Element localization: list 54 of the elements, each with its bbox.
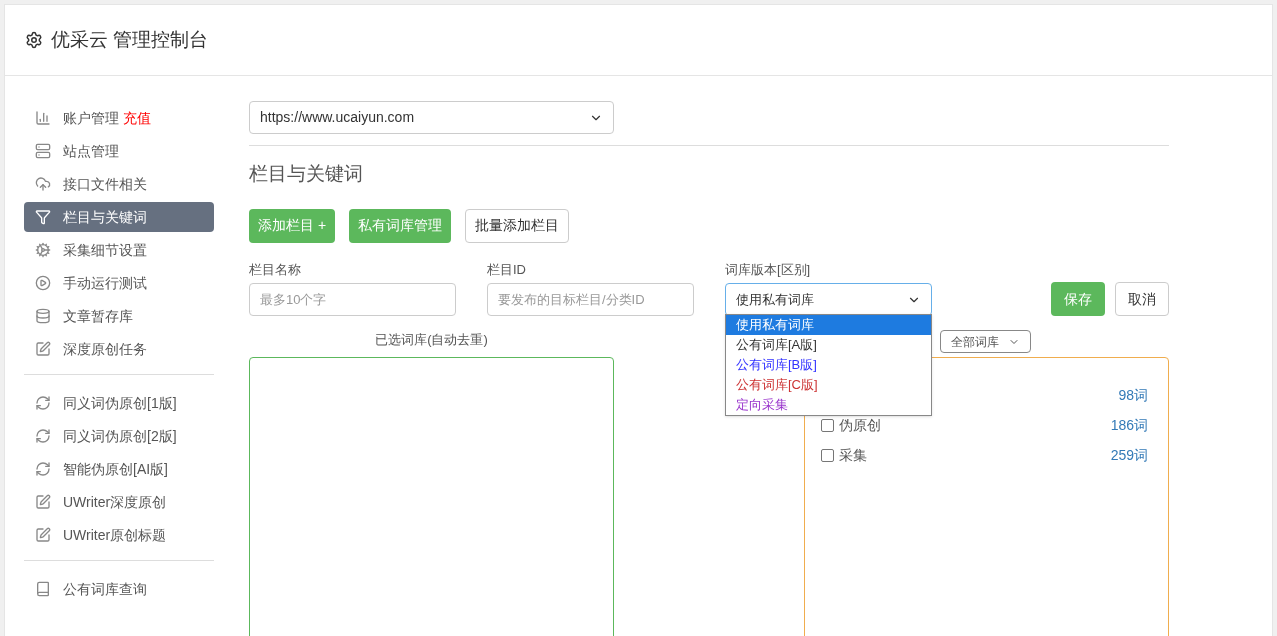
dropdown-option[interactable]: 公有词库[C版] — [726, 374, 931, 395]
play-icon — [35, 275, 51, 291]
dropdown-option[interactable]: 使用私有词库 — [726, 314, 931, 335]
site-select[interactable]: https://www.ucaiyun.com — [249, 101, 614, 134]
field-label: 栏目ID — [487, 260, 527, 279]
dropdown-option[interactable]: 公有词库[B版] — [726, 354, 931, 375]
edit-icon — [35, 494, 51, 510]
gear-icon — [35, 242, 51, 258]
edit-icon — [35, 341, 51, 357]
sidebar-item[interactable]: UWriter深度原创 — [24, 487, 214, 517]
settings-icon — [25, 31, 43, 49]
database-icon — [35, 308, 51, 324]
sidebar-item[interactable]: 栏目与关键词 — [24, 202, 214, 232]
library-filter-select[interactable]: 全部词库 — [940, 330, 1031, 353]
sidebar-item[interactable]: 智能伪原创[AI版] — [24, 454, 214, 484]
sidebar-item[interactable]: UWriter原创标题 — [24, 520, 214, 550]
refresh-icon — [35, 428, 51, 444]
dropdown-option[interactable]: 定向采集 — [726, 394, 931, 415]
sidebar-item[interactable]: 同义词伪原创[1版] — [24, 388, 214, 418]
word-count: 98词 — [1118, 385, 1149, 405]
page-title: 优采云 管理控制台 — [51, 27, 209, 52]
sidebar-item[interactable]: 公有词库查询 — [24, 574, 214, 604]
sidebar-item[interactable]: 采集细节设置 — [24, 235, 214, 265]
word-count: 186词 — [1110, 415, 1149, 435]
library-label: 伪原创 — [839, 415, 881, 435]
refresh-icon — [35, 461, 51, 477]
library-label: 采集 — [839, 445, 867, 465]
sidebar-item[interactable]: 深度原创任务 — [24, 334, 214, 364]
input-field[interactable]: 最多10个字 — [249, 283, 456, 316]
checkbox[interactable] — [821, 418, 834, 432]
field-label: 词库版本[区别] — [725, 260, 812, 279]
server-icon — [35, 143, 51, 159]
field-label: 栏目名称 — [249, 260, 302, 279]
checkbox[interactable] — [821, 448, 834, 462]
recharge-link[interactable]: 充值 — [123, 107, 151, 129]
panel-title: 已选词库(自动去重) — [375, 331, 488, 349]
refresh-icon — [35, 395, 51, 411]
filter-icon — [35, 209, 51, 225]
dropdown-option[interactable]: 公有词库[A版] — [726, 334, 931, 355]
sidebar-item[interactable]: 手动运行测试 — [24, 268, 214, 298]
sidebar-item[interactable]: 文章暂存库 — [24, 301, 214, 331]
cloud-upload-icon — [35, 176, 51, 192]
word-count: 259词 — [1110, 445, 1149, 465]
section-title: 栏目与关键词 — [249, 162, 364, 186]
sidebar-item[interactable]: 接口文件相关 — [24, 169, 214, 199]
sidebar-item[interactable]: 站点管理 — [24, 136, 214, 166]
input-field[interactable]: 要发布的目标栏目/分类ID — [487, 283, 694, 316]
edit-icon — [35, 527, 51, 543]
bar-chart-icon — [35, 110, 51, 126]
cancel-button[interactable]: 取消 — [1115, 282, 1169, 316]
book-icon — [35, 581, 51, 597]
sidebar-item[interactable]: 账户管理 充值 — [24, 103, 214, 133]
sidebar-item[interactable]: 同义词伪原创[2版] — [24, 421, 214, 451]
secondary-button[interactable]: 批量添加栏目 — [465, 208, 570, 243]
